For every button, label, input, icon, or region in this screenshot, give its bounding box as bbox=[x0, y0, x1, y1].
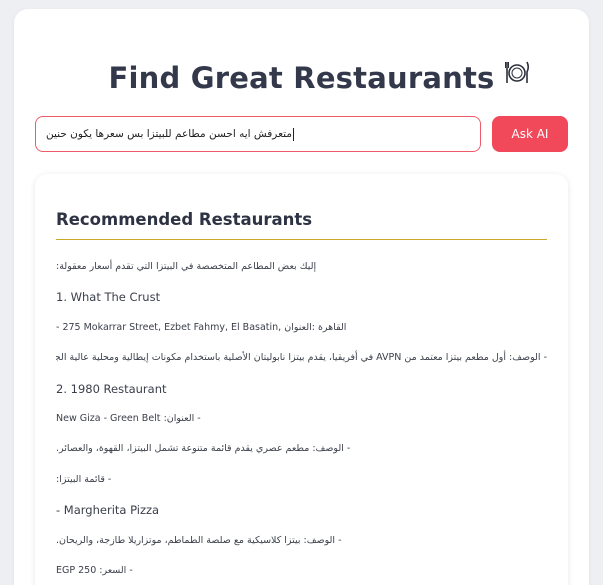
search-input[interactable]: متعرفش ايه احسن مطاعم للبيتزا بس سعرها ي… bbox=[35, 116, 481, 152]
result-line-intro: إليك بعض المطاعم المتخصصة في البيتزا الت… bbox=[56, 261, 317, 272]
result-line-description: - الوصف: مطعم عصري يقدم قائمة متنوعة تشم… bbox=[56, 443, 351, 455]
ask-ai-button[interactable]: Ask AI bbox=[492, 116, 568, 152]
text-caret bbox=[292, 127, 294, 141]
header: Find Great Restaurants bbox=[14, 61, 589, 95]
result-line-menu-item: - Margherita Pizza bbox=[56, 503, 160, 518]
plate-cutlery-icon bbox=[504, 59, 530, 85]
result-line-address: - 275 Mokarrar Street, Ezbet Fahmy, El B… bbox=[56, 321, 347, 333]
page-title: Find Great Restaurants bbox=[108, 61, 495, 95]
results-panel: Recommended Restaurants إليك بعض المطاعم… bbox=[35, 174, 568, 585]
result-line-price: - السعر: 250 EGP bbox=[56, 564, 133, 576]
results-title: Recommended Restaurants bbox=[56, 210, 313, 229]
result-line-address: - العنوان: New Giza - Green Belt bbox=[56, 412, 201, 424]
result-line-description: - الوصف: بيتزا كلاسيكية مع صلصة الطماطم،… bbox=[56, 534, 342, 546]
result-line-restaurant-2: 2. 1980 Restaurant bbox=[56, 381, 167, 396]
result-line-menu: - قائمة البيتزا: bbox=[56, 473, 112, 485]
results-divider bbox=[56, 239, 547, 240]
search-input-value: متعرفش ايه احسن مطاعم للبيتزا بس سعرها ي… bbox=[46, 128, 292, 140]
results-list: إليك بعض المطاعم المتخصصة في البيتزا الت… bbox=[56, 252, 547, 585]
result-line-restaurant-1: 1. What The Crust bbox=[56, 290, 161, 305]
result-line-description: - الوصف: أول مطعم بيتزا معتمد من AVPN في… bbox=[56, 352, 547, 364]
search-bar: متعرفش ايه احسن مطاعم للبيتزا بس سعرها ي… bbox=[35, 116, 568, 152]
main-card: Find Great Restaurants متعرفش ايه احسن م… bbox=[14, 9, 589, 585]
